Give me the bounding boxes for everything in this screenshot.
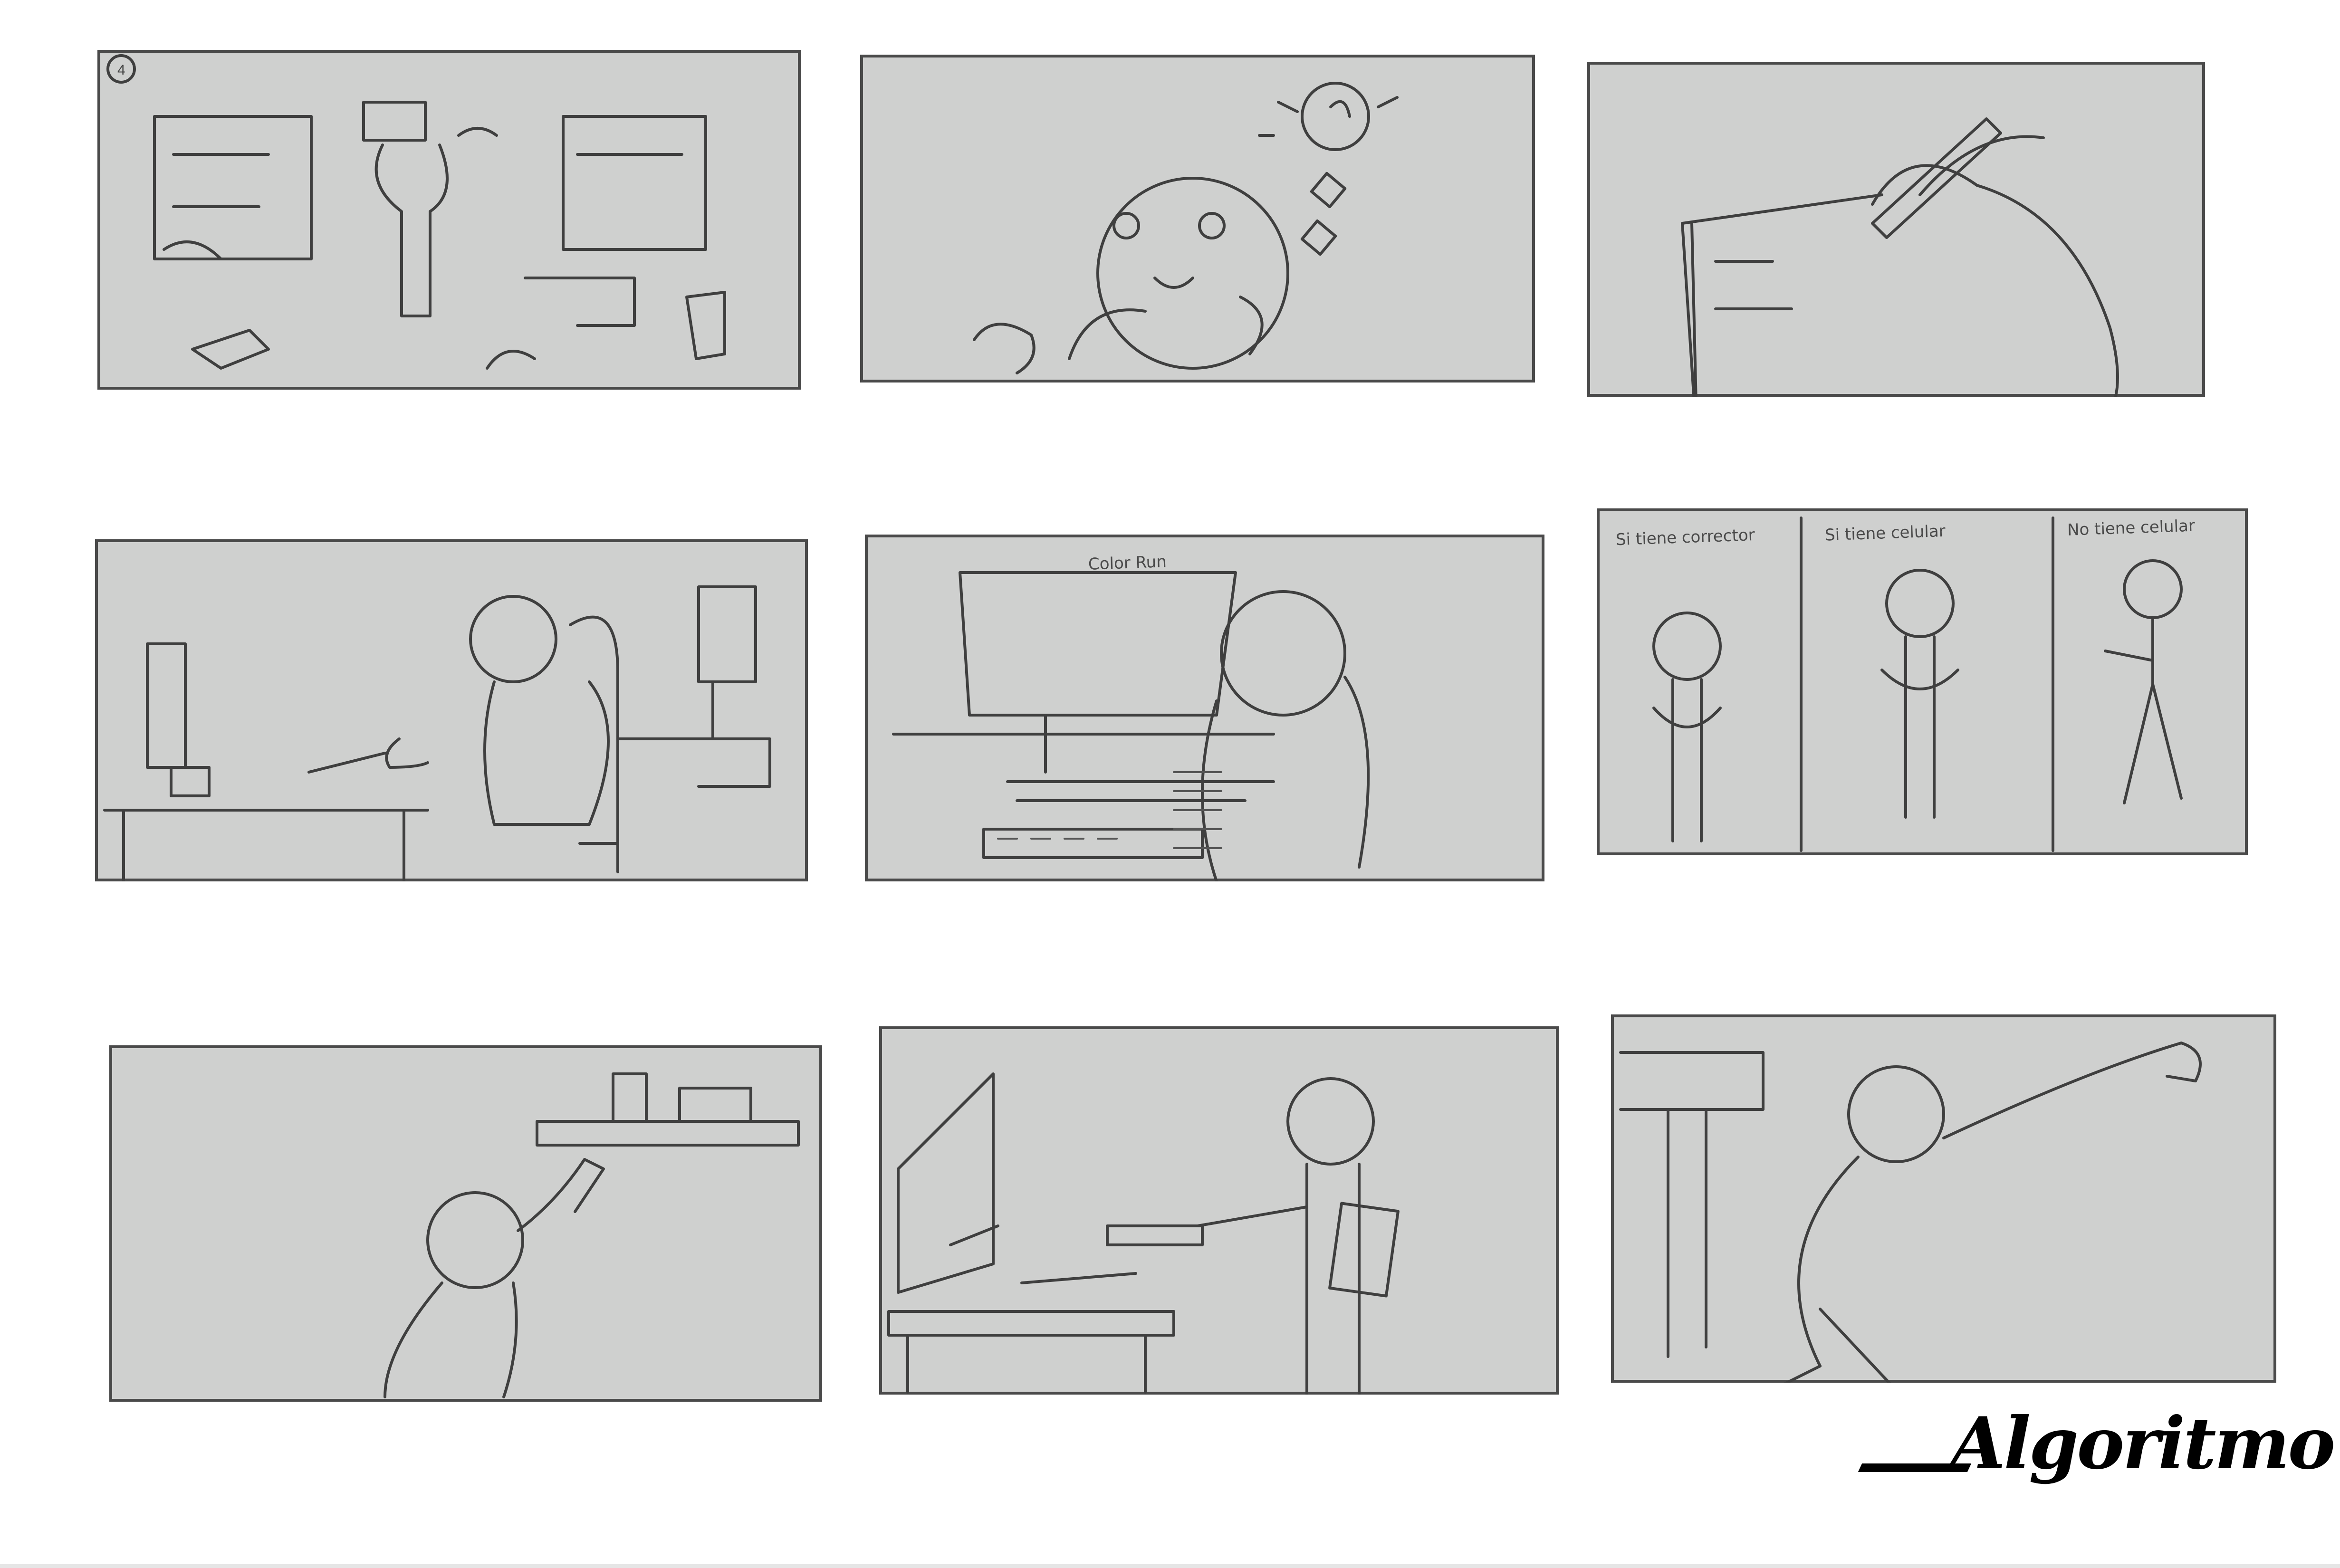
panel-3	[1587, 62, 2205, 397]
panel-4	[95, 539, 808, 881]
panel-8	[879, 1026, 1559, 1395]
storyboard: 4 Color Run Si tiene corrector Si tiene …	[0, 0, 2340, 1568]
panel-2	[860, 55, 1535, 382]
panel-5: Color Run	[865, 535, 1544, 881]
panel-1-marker: 4	[117, 62, 125, 78]
panel-1: 4	[97, 50, 801, 390]
logo-text: Algoritmo	[1950, 1402, 2335, 1485]
bottom-divider	[0, 1564, 2340, 1568]
algoritmo-logo: Algoritmo	[1858, 1392, 2335, 1511]
screen-caption: Color Run	[1088, 552, 1167, 574]
panel-9	[1611, 1014, 2276, 1383]
panel-7	[109, 1045, 822, 1402]
panel-6: Si tiene corrector Si tiene celular No t…	[1597, 508, 2248, 855]
